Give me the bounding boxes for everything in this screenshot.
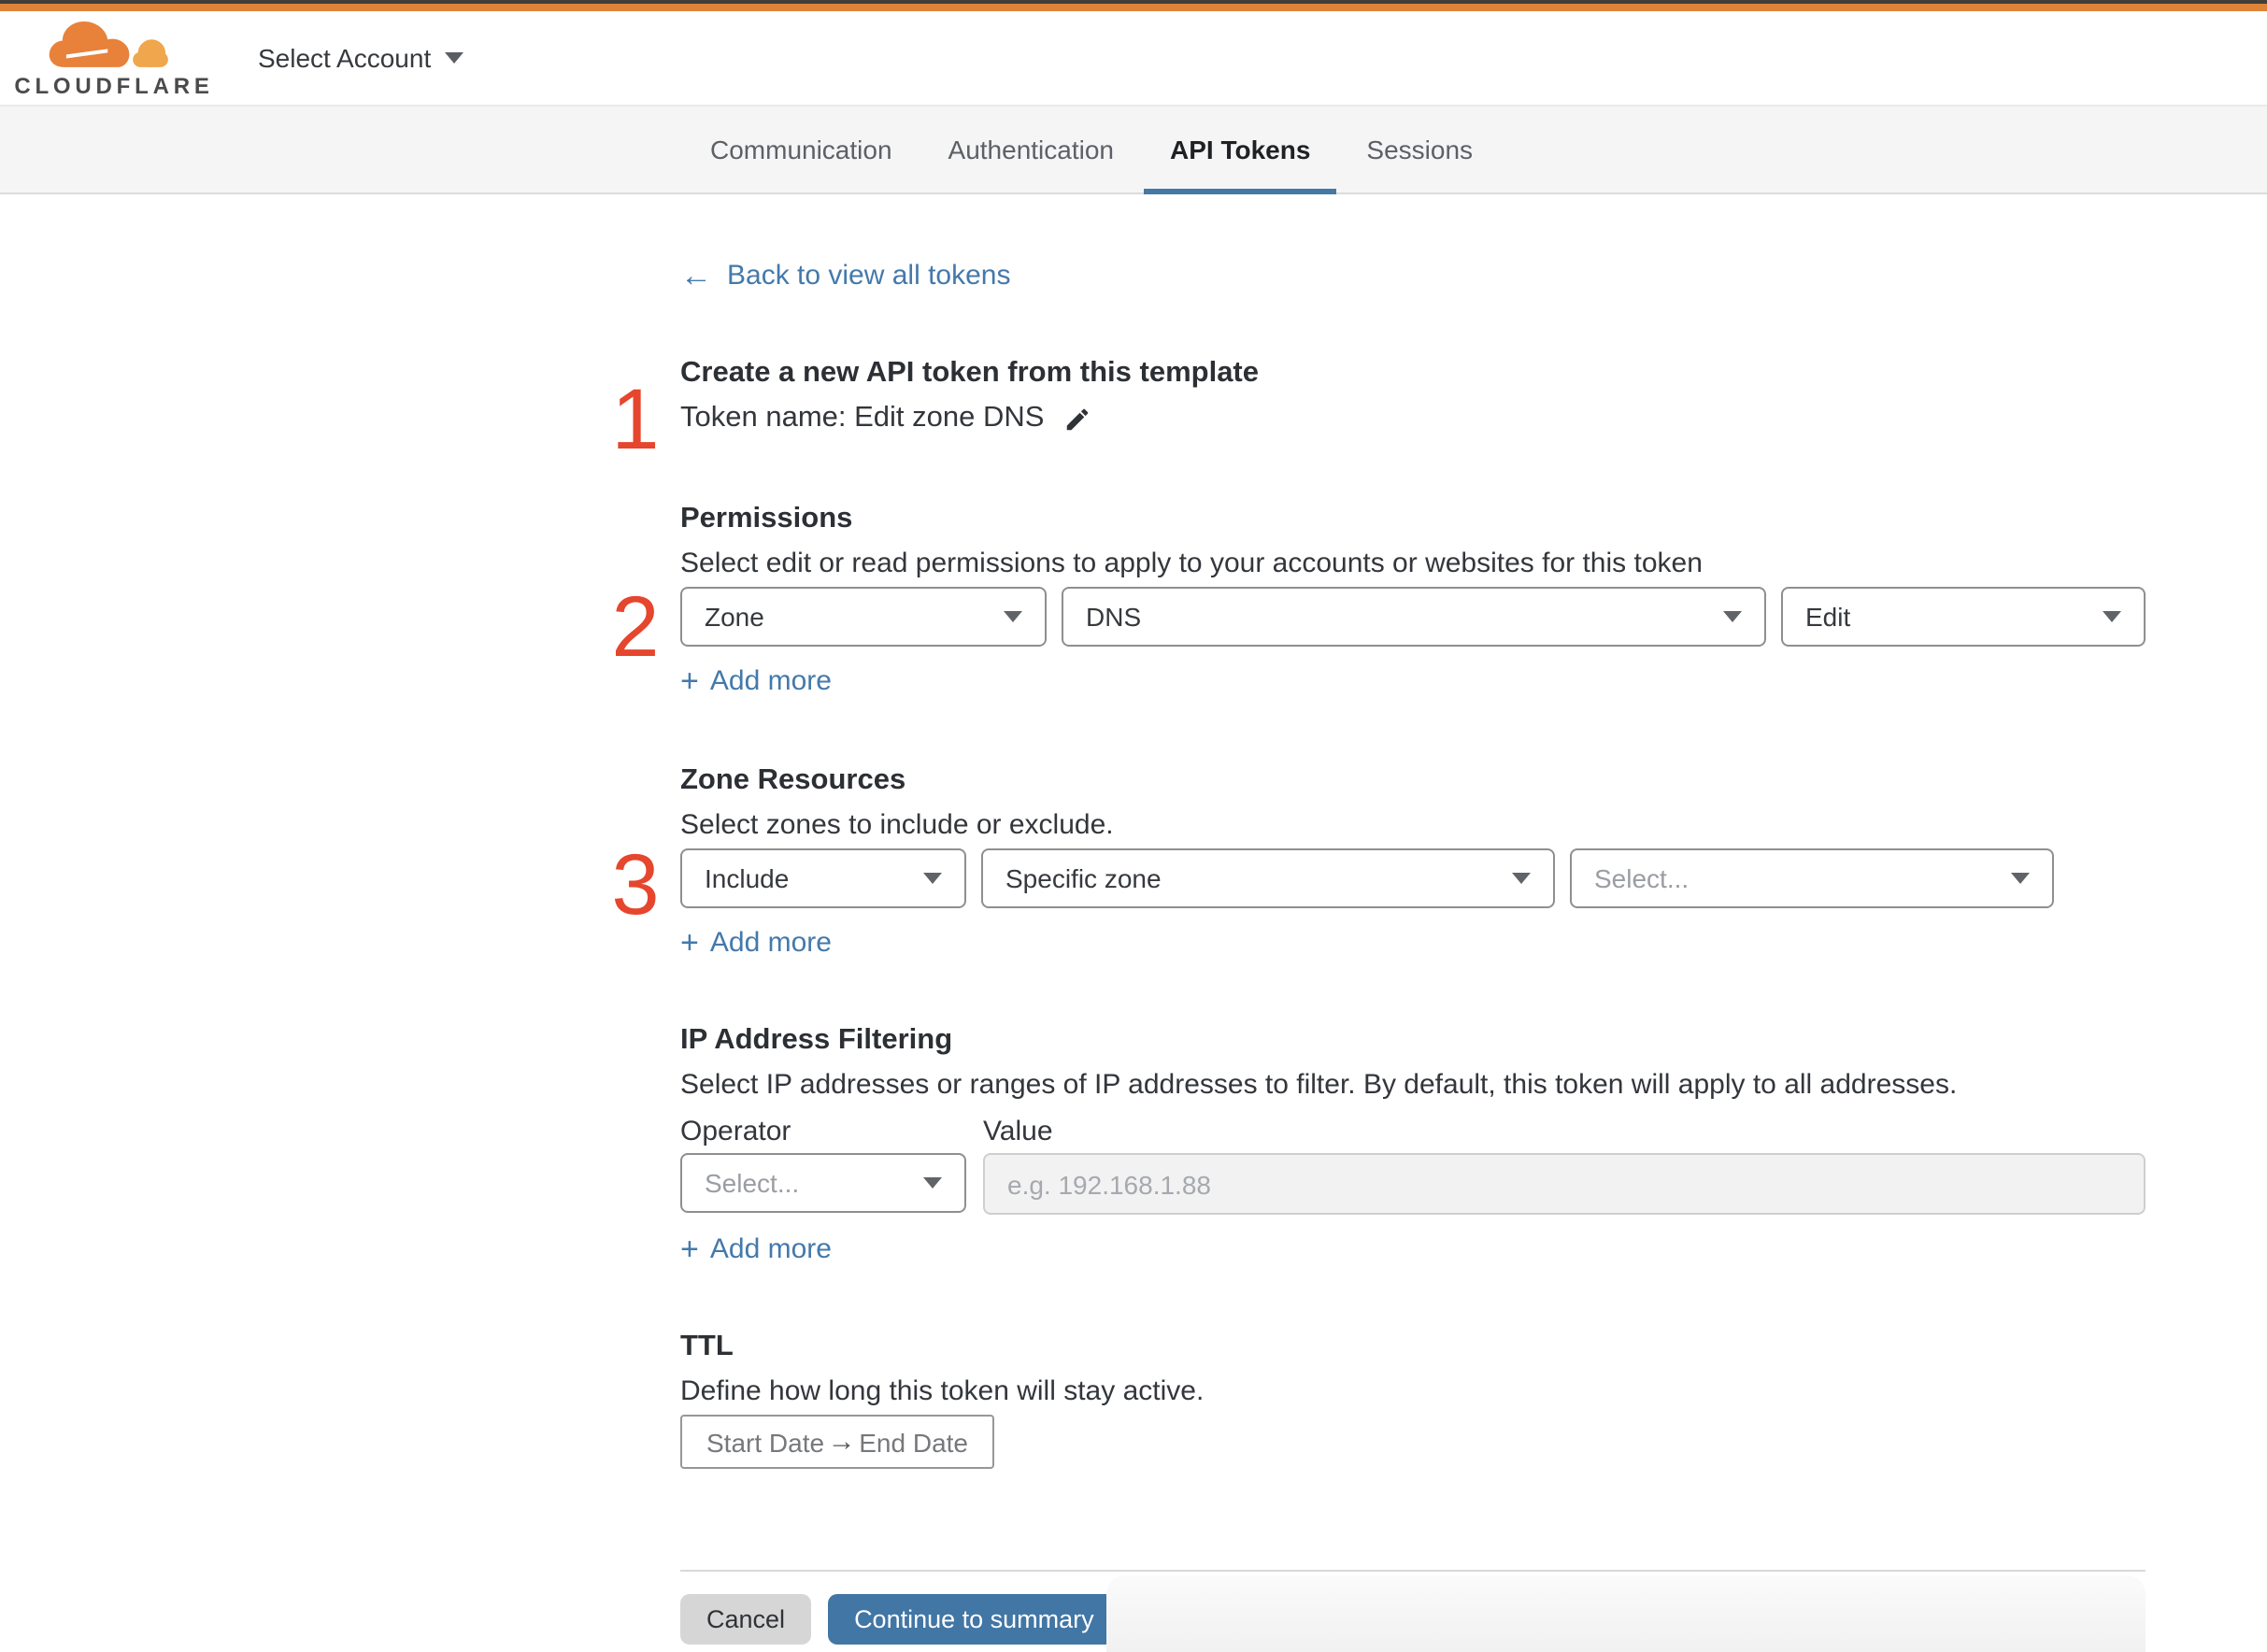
- plus-icon: +: [680, 1232, 699, 1267]
- chevron-down-icon: [923, 873, 942, 884]
- chevron-down-icon: [923, 1177, 942, 1189]
- zone-type-select[interactable]: Specific zone: [981, 848, 1555, 908]
- chevron-down-icon: [1512, 873, 1531, 884]
- page-title: Create a new API token from this templat…: [680, 357, 1260, 389]
- ttl-heading: TTL: [680, 1331, 734, 1362]
- zone-type-value: Specific zone: [1005, 863, 1162, 893]
- account-selector-label: Select Account: [258, 43, 432, 73]
- permission-access-select[interactable]: Edit: [1781, 587, 2146, 647]
- profile-tabbar: Communication Authentication API Tokens …: [0, 105, 2267, 194]
- right-arrow-icon: →: [827, 1426, 856, 1458]
- token-name-text: Token name: Edit zone DNS: [680, 402, 1045, 434]
- permission-resource-value: DNS: [1086, 602, 1142, 632]
- permissions-description: Select edit or read permissions to apply…: [680, 548, 1703, 579]
- footer-divider: [680, 1570, 2146, 1572]
- cancel-button[interactable]: Cancel: [680, 1594, 812, 1645]
- ip-filtering-description: Select IP addresses or ranges of IP addr…: [680, 1069, 1958, 1101]
- permission-resource-select[interactable]: DNS: [1062, 587, 1766, 647]
- app-header: CLOUDFLARE Select Account: [0, 11, 2267, 105]
- step-number-2: 2: [611, 577, 660, 675]
- account-selector[interactable]: Select Account: [258, 43, 463, 73]
- step-number-3: 3: [611, 835, 660, 933]
- operator-label: Operator: [680, 1116, 791, 1147]
- ip-operator-select[interactable]: Select...: [680, 1153, 966, 1213]
- add-more-label: Add more: [709, 1233, 832, 1265]
- chevron-down-icon: [2103, 611, 2121, 622]
- permission-scope-value: Zone: [705, 602, 764, 632]
- add-more-label: Add more: [709, 927, 832, 959]
- ip-operator-placeholder: Select...: [705, 1168, 800, 1198]
- chevron-down-icon: [444, 52, 463, 64]
- step-number-1: 1: [611, 370, 660, 467]
- zone-picker-placeholder: Select...: [1594, 863, 1690, 893]
- zone-resources-add-more-link[interactable]: + Add more: [680, 925, 2146, 962]
- continue-to-summary-button[interactable]: Continue to summary: [828, 1594, 1120, 1645]
- start-date-label: Start Date: [706, 1427, 825, 1457]
- zone-picker-select[interactable]: Select...: [1570, 848, 2054, 908]
- back-link-label: Back to view all tokens: [727, 260, 1011, 292]
- chevron-down-icon: [2011, 873, 2030, 884]
- add-more-label: Add more: [709, 665, 832, 697]
- ip-filtering-heading: IP Address Filtering: [680, 1024, 953, 1056]
- tab-api-tokens[interactable]: API Tokens: [1144, 107, 1337, 194]
- zone-mode-value: Include: [705, 863, 790, 893]
- token-form: ← Back to view all tokens Create a new A…: [680, 256, 2146, 1645]
- permission-scope-select[interactable]: Zone: [680, 587, 1047, 647]
- cloudflare-cloud-icon: [47, 19, 168, 69]
- ip-filtering-add-more-link[interactable]: + Add more: [680, 1232, 2146, 1269]
- plus-icon: +: [680, 663, 699, 699]
- back-to-tokens-link[interactable]: ← Back to view all tokens: [680, 256, 2146, 297]
- zone-resources-description: Select zones to include or exclude.: [680, 809, 1114, 841]
- cloudflare-wordmark: CLOUDFLARE: [14, 73, 214, 99]
- edit-pencil-icon[interactable]: [1062, 405, 1091, 433]
- brand-orange-strip: [0, 4, 2267, 11]
- zone-resources-heading: Zone Resources: [680, 764, 906, 796]
- back-arrow-icon: ←: [680, 258, 712, 293]
- tab-authentication[interactable]: Authentication: [922, 107, 1140, 192]
- api-token-template-page: CLOUDFLARE Select Account Communication …: [0, 0, 2267, 1652]
- value-label: Value: [983, 1116, 1053, 1147]
- chevron-down-icon: [1723, 611, 1742, 622]
- chevron-down-icon: [1004, 611, 1022, 622]
- tab-sessions[interactable]: Sessions: [1340, 107, 1499, 192]
- end-date-label: End Date: [859, 1427, 968, 1457]
- footer-background-shade: [1106, 1575, 2146, 1652]
- permissions-add-more-link[interactable]: + Add more: [680, 663, 2146, 701]
- ip-value-input[interactable]: [983, 1153, 2146, 1215]
- tab-communication[interactable]: Communication: [684, 107, 919, 192]
- zone-mode-select[interactable]: Include: [680, 848, 966, 908]
- cloudflare-logo: CLOUDFLARE: [14, 17, 209, 99]
- permission-access-value: Edit: [1805, 602, 1851, 632]
- ttl-description: Define how long this token will stay act…: [680, 1375, 1205, 1407]
- permissions-heading: Permissions: [680, 503, 853, 534]
- ttl-date-range-picker[interactable]: Start Date → End Date: [680, 1415, 994, 1469]
- plus-icon: +: [680, 925, 699, 961]
